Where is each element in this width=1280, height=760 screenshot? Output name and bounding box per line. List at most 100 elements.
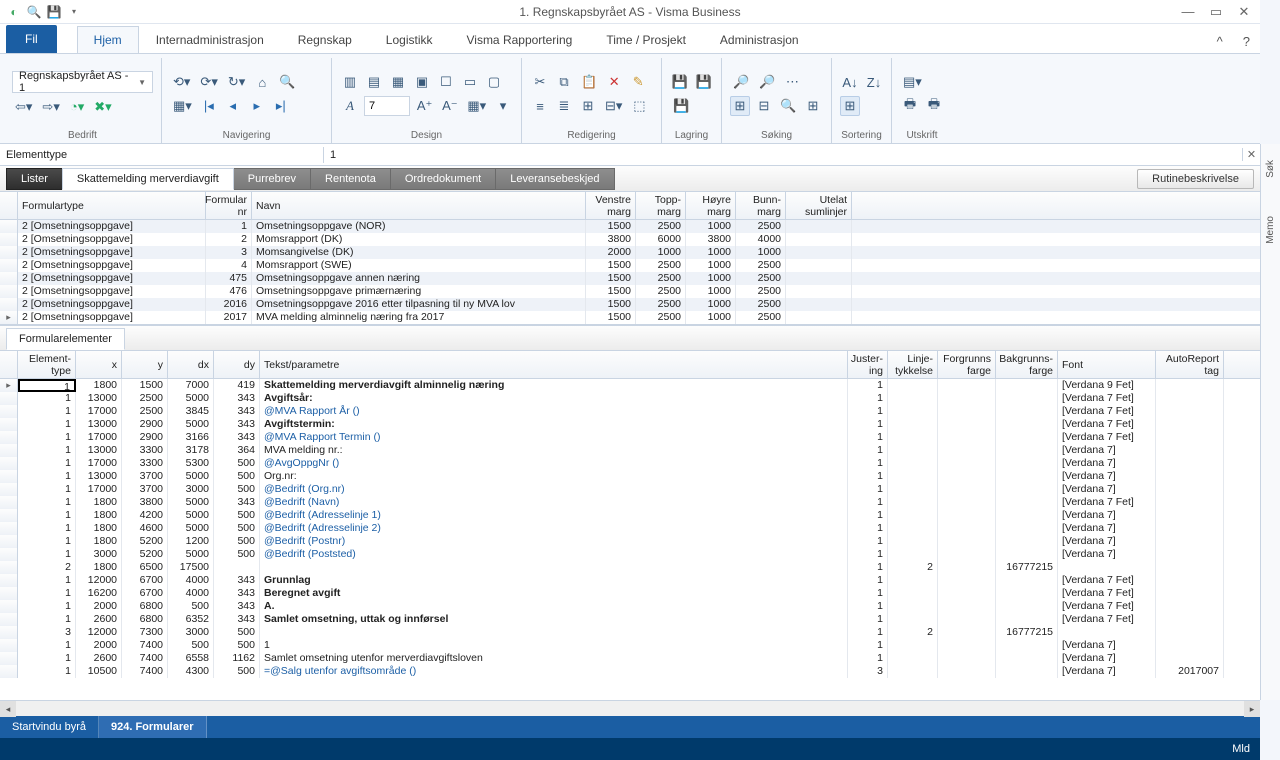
table-row[interactable]: 2 [Omsetningsoppgave]2016Omsetningsoppga… [0, 298, 1260, 311]
filter-icon[interactable]: ⊞ [730, 96, 750, 116]
paste-icon[interactable]: 📋 [578, 72, 600, 92]
ribbon-tab-internadmin[interactable]: Internadministrasjon [139, 26, 281, 53]
first-icon[interactable]: |◂ [199, 96, 219, 116]
table-row[interactable]: 11700033005300500@AvgOppgNr ()1[Verdana … [0, 457, 1260, 470]
subtab-purrebrev[interactable]: Purrebrev [233, 168, 311, 190]
col-formularnr[interactable]: Formularnr [206, 192, 252, 219]
horizontal-scrollbar[interactable]: ◂ ▸ [0, 700, 1260, 716]
table-row[interactable]: 1180052001200500@Bedrift (Postnr)1[Verda… [0, 535, 1260, 548]
table-row[interactable]: 1180038005000343@Bedrift (Navn)1[Verdana… [0, 496, 1260, 509]
edit-icon[interactable]: ✎ [628, 72, 648, 92]
last-icon[interactable]: ▸| [271, 96, 291, 116]
scroll-right-icon[interactable]: ▸ [1244, 701, 1260, 717]
table-row[interactable]: 2 [Omsetningsoppgave]4Momsrapport (SWE)1… [0, 259, 1260, 272]
search-icon[interactable]: 🔍 [26, 4, 42, 20]
layout4-icon[interactable]: ▣ [412, 72, 432, 92]
col-bakgrunnsfarge[interactable]: Bakgrunns-farge [996, 351, 1058, 378]
col-autoreport[interactable]: AutoReporttag [1156, 351, 1224, 378]
ed5-icon[interactable]: ⬚ [629, 96, 649, 116]
delete-icon[interactable]: ✕ [604, 72, 624, 92]
col-formulartype[interactable]: Formulartype [18, 192, 206, 219]
subtab-rentenota[interactable]: Rentenota [310, 168, 391, 190]
col-font[interactable]: Font [1058, 351, 1156, 378]
save1-icon[interactable]: 💾 [670, 72, 690, 92]
table-row[interactable]: 11620067004000343Beregnet avgift1[Verdan… [0, 587, 1260, 600]
side-tab-memo[interactable]: Memo [1263, 212, 1278, 248]
ribbon-tab-regnskap[interactable]: Regnskap [281, 26, 369, 53]
ribbon-tab-time[interactable]: Time / Prosjekt [589, 26, 703, 53]
print1-icon[interactable]: 🖶 [900, 96, 920, 116]
table-row[interactable]: 11300029005000343Avgiftstermin:1[Verdana… [0, 418, 1260, 431]
font-size-input[interactable] [364, 96, 410, 116]
col-elementtype[interactable]: Element-type [18, 351, 76, 378]
layout7-icon[interactable]: ▢ [484, 72, 504, 92]
table-row[interactable]: 11050074004300500=@Salg utenfor avgiftso… [0, 665, 1260, 678]
ed2-icon[interactable]: ≣ [554, 96, 574, 116]
close-button[interactable]: ✕ [1234, 4, 1254, 20]
ed1-icon[interactable]: ≡ [530, 96, 550, 116]
save2-icon[interactable]: 💾 [694, 72, 714, 92]
zoom-icon[interactable]: 🔍 [276, 72, 298, 92]
col-linjetykkelse[interactable]: Linje-tykkelse [888, 351, 938, 378]
side-tab-sok[interactable]: Søk [1263, 156, 1278, 182]
nav-left-icon[interactable]: ⇦▾ [12, 97, 35, 117]
col-x[interactable]: x [76, 351, 122, 378]
table-row[interactable]: ▸2 [Omsetningsoppgave]2017MVA melding al… [0, 311, 1260, 324]
table-row[interactable]: 218006500175001216777215 [0, 561, 1260, 574]
copy-icon[interactable]: ⧉ [554, 72, 574, 92]
table-row[interactable]: ▸1180015007000419Skattemelding merverdia… [0, 379, 1260, 392]
find3-icon[interactable]: ⋯ [782, 72, 802, 92]
back-icon[interactable]: ⟲▾ [170, 72, 193, 92]
more-icon[interactable]: ▾ [493, 96, 513, 116]
table-row[interactable]: 1180046005000500@Bedrift (Adresselinje 2… [0, 522, 1260, 535]
layout1-icon[interactable]: ▥ [340, 72, 360, 92]
search3-icon[interactable]: ⊞ [803, 96, 823, 116]
col-dx[interactable]: dx [168, 351, 214, 378]
col-topp[interactable]: Topp-marg [636, 192, 686, 219]
wintab-startvindu[interactable]: Startvindu byrå [0, 716, 99, 738]
col-hoyre[interactable]: Høyremarg [686, 192, 736, 219]
save3-icon[interactable]: 💾 [670, 96, 692, 116]
col-forgrunnsfarge[interactable]: Forgrunnsfarge [938, 351, 996, 378]
col-venstre[interactable]: Venstremarg [586, 192, 636, 219]
print2-icon[interactable]: 🖶 [924, 96, 944, 116]
forward-icon[interactable]: ⟳▾ [197, 72, 220, 92]
table-row[interactable]: 120006800500343A.1[Verdana 7 Fet] [0, 600, 1260, 613]
table-row[interactable]: 2 [Omsetningsoppgave]2Momsrapport (DK)38… [0, 233, 1260, 246]
table-row[interactable]: 312000730030005001216777215 [0, 626, 1260, 639]
table-row[interactable]: 11300033003178364MVA melding nr.:1[Verda… [0, 444, 1260, 457]
font-a-icon[interactable]: A [340, 96, 360, 116]
formula-value[interactable]: 1 [324, 147, 1242, 163]
sort3-icon[interactable]: ⊞ [840, 96, 860, 116]
home-icon[interactable]: ⌂ [252, 72, 272, 92]
table-row[interactable]: 11200067004000343Grunnlag1[Verdana 7 Fet… [0, 574, 1260, 587]
table-row[interactable]: 12000740050050011[Verdana 7] [0, 639, 1260, 652]
table-row[interactable]: 2 [Omsetningsoppgave]1Omsetningsoppgave … [0, 220, 1260, 233]
col-utelat[interactable]: Utelatsumlinjer [786, 192, 852, 219]
table-row[interactable]: 11700029003166343@MVA Rapport Termin ()1… [0, 431, 1260, 444]
col-dy[interactable]: dy [214, 351, 260, 378]
col-tekst[interactable]: Tekst/parametre [260, 351, 848, 378]
layout2-icon[interactable]: ▤ [364, 72, 384, 92]
company-combo[interactable]: Regnskapsbyrået AS - 1▼ [12, 71, 153, 93]
minimize-button[interactable]: — [1178, 4, 1198, 20]
pie-icon[interactable]: ◔▾ [67, 97, 87, 117]
table-row[interactable]: 1180042005000500@Bedrift (Adresselinje 1… [0, 509, 1260, 522]
layout3-icon[interactable]: ▦ [388, 72, 408, 92]
table-row[interactable]: 11700037003000500@Bedrift (Org.nr)1[Verd… [0, 483, 1260, 496]
table-row[interactable]: 11300037005000500Org.nr:1[Verdana 7] [0, 470, 1260, 483]
formula-close-icon[interactable]: ✕ [1242, 148, 1260, 161]
bottom-grid[interactable]: Element-type x y dx dy Tekst/parametre J… [0, 351, 1260, 700]
table-row[interactable]: 2 [Omsetningsoppgave]476Omsetningsoppgav… [0, 285, 1260, 298]
table-row[interactable]: 1300052005000500@Bedrift (Poststed)1[Ver… [0, 548, 1260, 561]
top-grid[interactable]: Formulartype Formularnr Navn Venstremarg… [0, 192, 1260, 325]
collapse-ribbon-icon[interactable]: ^ [1207, 30, 1233, 53]
sort-asc-icon[interactable]: A↓ [840, 72, 860, 92]
col-y[interactable]: y [122, 351, 168, 378]
ribbon-tab-admin[interactable]: Administrasjon [703, 26, 816, 53]
cut-icon[interactable]: ✂ [530, 72, 550, 92]
qat-dropdown-icon[interactable]: ▾ [66, 4, 82, 20]
col-justering[interactable]: Juster-ing [848, 351, 888, 378]
prev-icon[interactable]: ◂ [223, 96, 243, 116]
nav-right-icon[interactable]: ⇨▾ [39, 97, 62, 117]
